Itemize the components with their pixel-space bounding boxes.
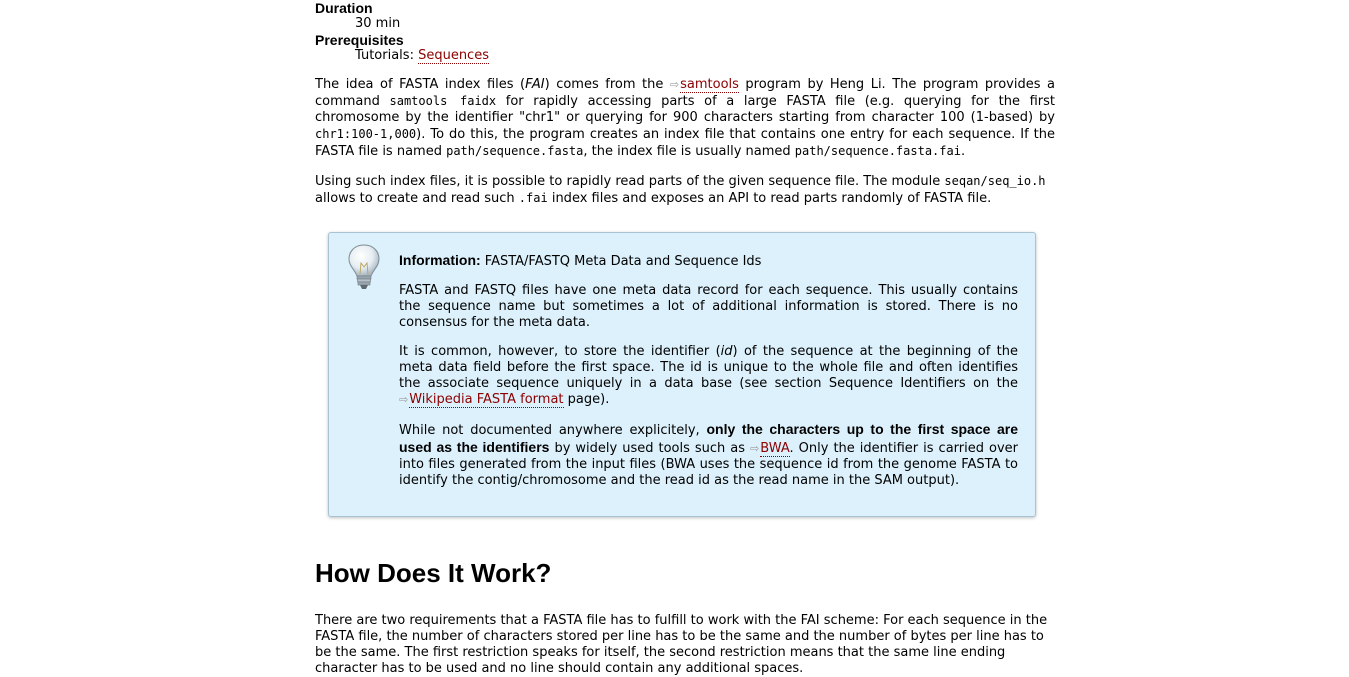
note-paragraph-1: FASTA and FASTQ files have one meta data… bbox=[399, 283, 1018, 330]
external-link-icon: ⇨ bbox=[669, 78, 680, 91]
index-files-paragraph: Using such index files, it is possible t… bbox=[315, 174, 1046, 206]
note-paragraph-2: It is common, however, to store the iden… bbox=[399, 344, 1018, 408]
note-paragraph-3: While not documented anywhere explicitel… bbox=[399, 421, 1018, 488]
prerequisites-label: Prerequisites bbox=[315, 32, 404, 48]
duration-label: Duration bbox=[315, 0, 373, 16]
sequences-link[interactable]: Sequences bbox=[418, 48, 489, 64]
intro-paragraph: The idea of FASTA index files (FAI) come… bbox=[315, 77, 1055, 159]
main-content: Duration 30 min Prerequisites Tutorials:… bbox=[315, 0, 1055, 207]
section-heading: How Does It Work? bbox=[315, 558, 552, 588]
information-note: Information: FASTA/FASTQ Meta Data and S… bbox=[328, 232, 1036, 517]
lightbulb-icon bbox=[348, 244, 380, 289]
external-link-icon: ⇨ bbox=[750, 442, 760, 455]
prerequisites-value: Tutorials: Sequences bbox=[355, 48, 489, 64]
tutorial-page: Duration 30 min Prerequisites Tutorials:… bbox=[0, 0, 1349, 677]
note-content: Information: FASTA/FASTQ Meta Data and S… bbox=[399, 252, 1018, 489]
duration-value: 30 min bbox=[355, 16, 401, 31]
wikipedia-fasta-link[interactable]: Wikipedia FASTA format bbox=[409, 392, 564, 408]
external-link-icon: ⇨ bbox=[399, 393, 409, 406]
requirements-paragraph: There are two requirements that a FASTA … bbox=[315, 613, 1048, 676]
bwa-link[interactable]: BWA bbox=[760, 441, 790, 457]
samtools-link[interactable]: samtools bbox=[680, 77, 739, 93]
tutorial-meta: Duration 30 min Prerequisites Tutorials:… bbox=[315, 0, 1055, 64]
note-title: Information: FASTA/FASTQ Meta Data and S… bbox=[399, 252, 762, 269]
